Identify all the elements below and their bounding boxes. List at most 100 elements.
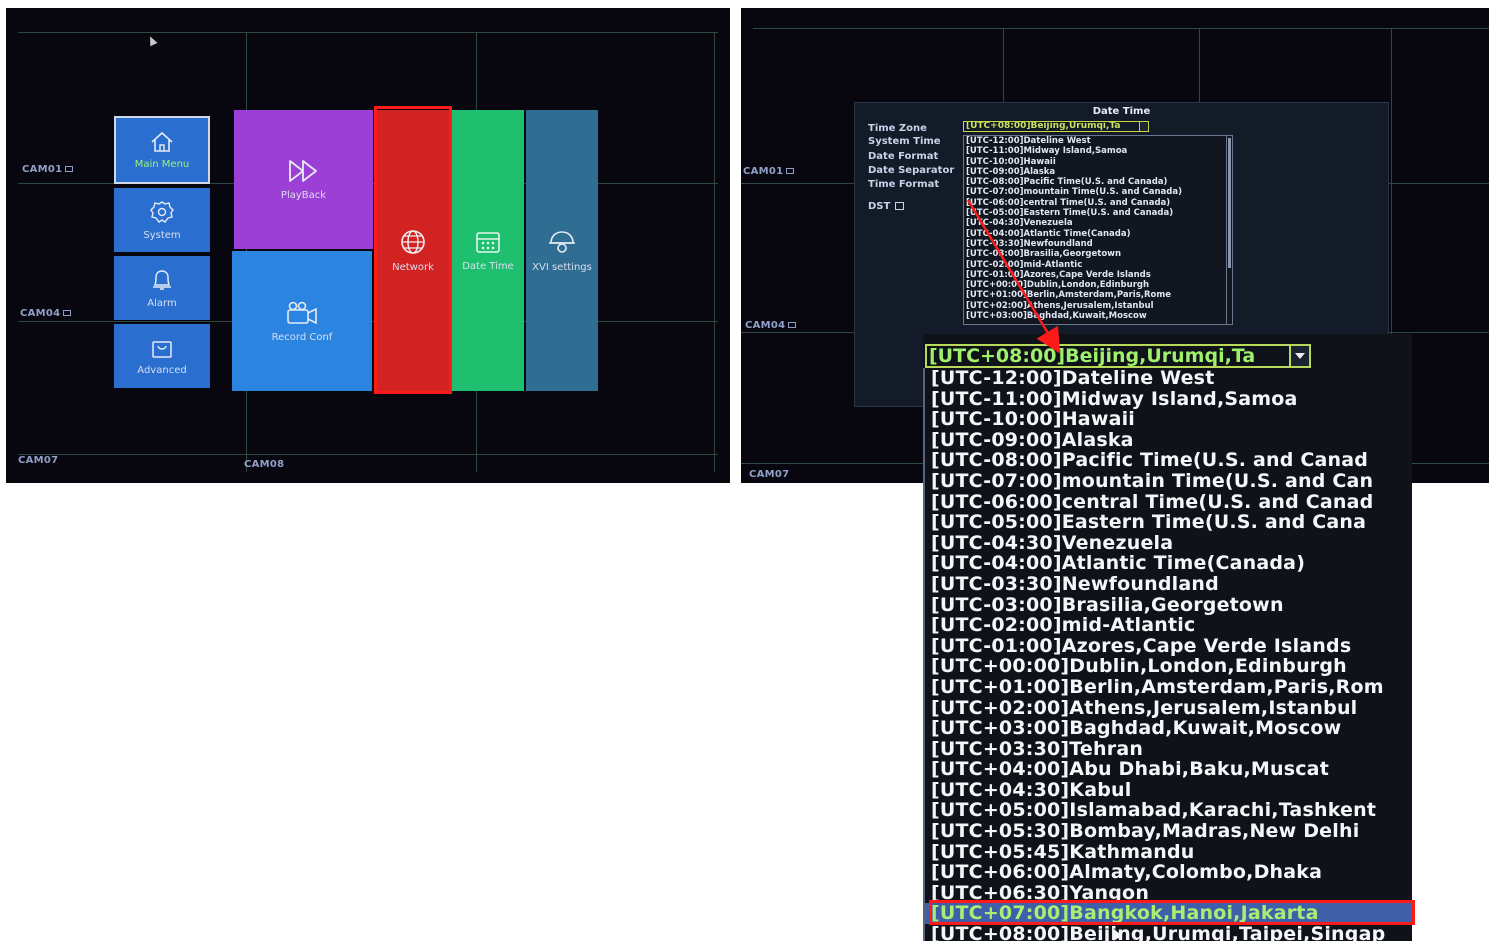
time-zone-option[interactable]: [UTC-07:00]mountain Time(U.S. and Canada… [964, 187, 1232, 197]
time-zone-option[interactable]: [UTC+03:00]Baghdad,Kuwait,Moscow [925, 718, 1412, 739]
alarm-label: Alarm [147, 297, 177, 309]
time-zone-option[interactable]: [UTC-02:00]mid-Atlantic [925, 615, 1412, 636]
time-zone-option[interactable]: [UTC+03:00]Baghdad,Kuwait,Moscow [964, 311, 1232, 321]
main-menu-screen: CAM01 CAM04 CAM07 CAM08 Main Menu System… [6, 8, 730, 483]
time-zone-option[interactable]: [UTC+04:30]Kabul [925, 780, 1412, 801]
time-zone-option[interactable]: [UTC+01:00]Berlin,Amsterdam,Paris,Rome [964, 290, 1232, 300]
time-zone-option[interactable]: [UTC-05:00]Eastern Time(U.S. and Cana [925, 512, 1412, 533]
advanced-label: Advanced [137, 364, 187, 376]
zoomed-dropdown-list[interactable]: [UTC-12:00]Dateline West [UTC-11:00]Midwa… [923, 368, 1412, 941]
time-zone-option[interactable]: [UTC-01:00]Azores,Cape Verde Islands [964, 270, 1232, 280]
time-zone-option[interactable]: [UTC-03:00]Brasilia,Georgetown [925, 595, 1412, 616]
time-zone-option[interactable]: [UTC-03:30]Newfoundland [925, 574, 1412, 595]
home-icon [151, 131, 173, 152]
time-zone-option[interactable]: [UTC+03:30]Tehran [925, 739, 1412, 760]
time-zone-option[interactable]: [UTC+01:00]Berlin,Amsterdam,Paris,Rom [925, 677, 1412, 698]
time-zone-option[interactable]: [UTC-05:00]Eastern Time(U.S. and Canada) [964, 208, 1232, 218]
grid-line [18, 454, 718, 455]
dialog-title: Date Time [1092, 106, 1151, 117]
zoomed-time-zone-select[interactable]: [UTC+08:00]Beijing,Urumqi,Ta [925, 344, 1311, 368]
cam-label: CAM07 [749, 469, 790, 480]
time-zone-option[interactable]: [UTC+04:00]Abu Dhabi,Baku,Muscat [925, 759, 1412, 780]
main-menu-tile[interactable]: Main Menu [114, 116, 210, 184]
grid-line [18, 32, 718, 33]
record-conf-tile[interactable]: Record Conf [232, 251, 372, 391]
cam-label: CAM04 [20, 308, 72, 319]
cam-label: CAM04 [745, 320, 797, 331]
cam-label: CAM08 [244, 459, 285, 470]
time-zone-option[interactable]: [UTC+08:00]Beijing,Urumqi,Taipei,Singap [925, 924, 1412, 941]
cam-label: CAM01 [743, 166, 795, 177]
video-camera-icon [287, 301, 317, 324]
time-zone-option[interactable]: [UTC-07:00]mountain Time(U.S. and Can [925, 471, 1412, 492]
dst-label: DST [868, 201, 891, 212]
dst-checkbox[interactable] [895, 202, 905, 210]
time-zone-option[interactable]: [UTC-12:00]Dateline West [925, 368, 1412, 389]
dst-field: DST [868, 201, 905, 212]
time-zone-option[interactable]: [UTC+00:00]Dublin,London,Edinburgh [925, 656, 1412, 677]
time-zone-option[interactable]: [UTC-08:00]Pacific Time(U.S. and Canad [925, 450, 1412, 471]
time-zone-option[interactable]: [UTC-10:00]Hawaii [964, 157, 1232, 167]
advanced-tile[interactable]: Advanced [114, 324, 210, 388]
record-conf-label: Record Conf [271, 331, 333, 343]
calendar-icon [476, 232, 500, 253]
chevron-down-icon[interactable] [1289, 346, 1309, 366]
time-zone-option[interactable]: [UTC-12:00]Dateline West [964, 136, 1232, 146]
time-zone-option[interactable]: [UTC-11:00]Midway Island,Samoa [925, 389, 1412, 410]
chevron-down-icon[interactable] [1139, 122, 1148, 131]
time-zone-option[interactable]: [UTC+00:00]Dublin,London,Edinburgh [964, 280, 1232, 290]
time-zone-select[interactable]: [UTC+08:00]Beijing,Urumqi,Ta [963, 121, 1149, 132]
dome-camera-icon [549, 231, 575, 253]
time-zone-option[interactable]: [UTC-04:00]Atlantic Time(Canada) [925, 553, 1412, 574]
time-zone-option[interactable]: [UTC-01:00]Azores,Cape Verde Islands [925, 636, 1412, 657]
time-format-label: Time Format [868, 179, 940, 190]
time-zone-option[interactable]: [UTC-02:00]mid-Atlantic [964, 260, 1232, 270]
time-zone-option[interactable]: [UTC-03:00]Brasilia,Georgetown [964, 249, 1232, 259]
time-zone-option[interactable]: [UTC+05:30]Bombay,Madras,New Delhi [925, 821, 1412, 842]
date-format-label: Date Format [868, 151, 939, 162]
date-separator-label: Date Separator [868, 165, 955, 176]
time-zone-label: Time Zone [868, 123, 927, 134]
time-zone-option[interactable]: [UTC-04:30]Venezuela [925, 533, 1412, 554]
camera-icon [788, 322, 797, 328]
time-zone-option[interactable]: [UTC+06:30]Yangon [925, 883, 1412, 904]
time-zone-option[interactable]: [UTC+05:00]Islamabad,Karachi,Tashkent [925, 800, 1412, 821]
time-zone-option[interactable]: [UTC+02:00]Athens,Jerusalem,Istanbul [964, 301, 1232, 311]
main-menu-label: Main Menu [134, 158, 190, 170]
selected-time-zone-option[interactable]: [UTC+07:00]Bangkok,Hanoi,Jakarta [925, 903, 1412, 925]
camera-icon [63, 310, 72, 316]
time-zone-option[interactable]: [UTC-09:00]Alaska [964, 167, 1232, 177]
xvi-settings-tile[interactable]: XVI settings [526, 110, 598, 391]
system-tile[interactable]: System [114, 188, 210, 252]
playback-tile[interactable]: PlayBack [234, 110, 373, 249]
network-tile[interactable]: Network [376, 110, 450, 391]
time-zone-dropdown-list[interactable]: [UTC-12:00]Dateline West [UTC-11:00]Midwa… [963, 135, 1233, 325]
time-zone-option[interactable]: [UTC-10:00]Hawaii [925, 409, 1412, 430]
alarm-tile[interactable]: Alarm [114, 256, 210, 320]
time-zone-option[interactable]: [UTC-09:00]Alaska [925, 430, 1412, 451]
bell-icon [153, 269, 171, 290]
time-zone-option[interactable]: [UTC-11:00]Midway Island,Samoa [964, 146, 1232, 156]
fast-forward-icon [288, 160, 317, 182]
grid-line [714, 32, 715, 472]
time-zone-option[interactable]: [UTC+05:45]Kathmandu [925, 842, 1412, 863]
mouse-cursor-icon [146, 34, 158, 47]
cam-label: CAM01 [22, 164, 74, 175]
xvi-settings-label: XVI settings [532, 262, 592, 273]
time-zone-option[interactable]: [UTC-04:00]Atlantic Time(Canada) [964, 229, 1232, 239]
time-zone-option[interactable]: [UTC-04:30]Venezuela [964, 218, 1232, 228]
time-zone-option[interactable]: [UTC-06:00]central Time(U.S. and Canad [925, 492, 1412, 513]
time-zone-option[interactable]: [UTC-08:00]Pacific Time(U.S. and Canada) [964, 177, 1232, 187]
time-zone-value: [UTC+08:00]Beijing,Urumqi,Ta [966, 121, 1121, 131]
playback-label: PlayBack [280, 190, 327, 201]
dropdown-scrollbar[interactable] [1226, 136, 1232, 324]
zoomed-time-zone-value: [UTC+08:00]Beijing,Urumqi,Ta [929, 345, 1256, 367]
time-zone-option[interactable]: [UTC+06:00]Almaty,Colombo,Dhaka [925, 862, 1412, 883]
time-zone-option[interactable]: [UTC+02:00]Athens,Jerusalem,Istanbul [925, 698, 1412, 719]
system-time-label: System Time [868, 136, 941, 147]
time-zone-option[interactable]: [UTC-03:30]Newfoundland [964, 239, 1232, 249]
gear-icon [150, 200, 174, 223]
date-time-label: Date Time [462, 261, 514, 272]
time-zone-option[interactable]: [UTC-06:00]central Time(U.S. and Canada) [964, 198, 1232, 208]
date-time-tile[interactable]: Date Time [452, 110, 524, 391]
